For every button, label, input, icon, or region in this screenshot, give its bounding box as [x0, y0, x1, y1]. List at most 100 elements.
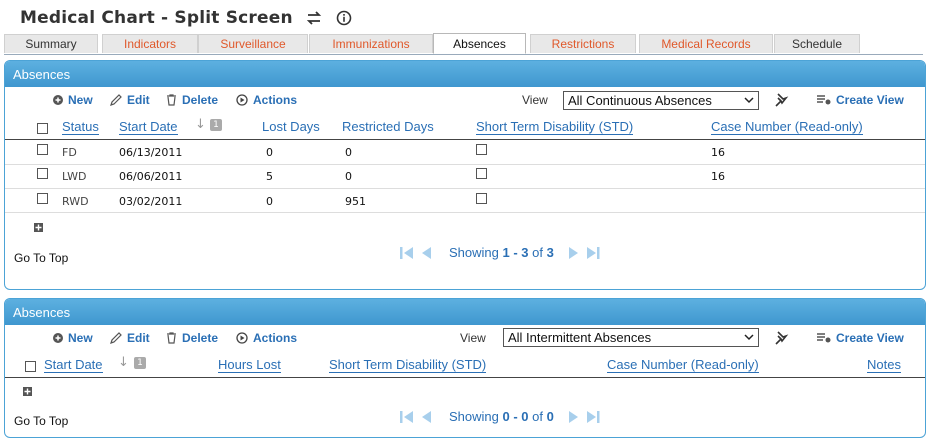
new-button[interactable]: New	[53, 93, 93, 107]
pager-prefix: Showing	[449, 245, 503, 260]
column-case-number[interactable]: Case Number (Read-only)	[711, 120, 863, 135]
chevron-down-icon	[742, 93, 756, 108]
pencil-icon	[110, 332, 122, 344]
trash-icon	[166, 332, 177, 344]
tab-surveillance[interactable]: Surveillance	[198, 34, 308, 53]
next-page-icon[interactable]	[568, 246, 580, 260]
new-button[interactable]: New	[53, 331, 93, 345]
tab-restrictions[interactable]: Restrictions	[530, 34, 636, 53]
column-restricted-days: Restricted Days	[342, 119, 434, 134]
actions-label: Actions	[253, 93, 298, 107]
pagination: Showing 1 - 3 of 3	[397, 245, 603, 260]
column-start-date[interactable]: Start Date	[44, 358, 103, 373]
header-divider	[5, 377, 925, 378]
create-view-label: Create View	[836, 331, 904, 345]
tab-bar: Summary Indicators Surveillance Immuniza…	[4, 33, 927, 54]
row-checkbox[interactable]	[37, 168, 48, 179]
view-label: View	[522, 93, 548, 107]
pagination-text: Showing 0 - 0 of 0	[449, 409, 554, 424]
chevron-down-icon	[742, 330, 756, 345]
row-checkbox[interactable]	[37, 144, 48, 155]
new-label: New	[68, 331, 93, 345]
go-to-top-link[interactable]: Go To Top	[14, 251, 68, 265]
column-status[interactable]: Status	[62, 120, 99, 135]
panel-toolbar: New Edit Delete Actions View All Continu…	[5, 89, 925, 111]
sort-down-icon: ↓	[195, 117, 206, 132]
view-label: View	[460, 331, 486, 345]
actions-button[interactable]: Actions	[236, 331, 297, 345]
std-checkbox	[476, 193, 487, 204]
sort-down-icon: ↓	[118, 355, 129, 370]
row-divider	[5, 164, 925, 165]
view-select[interactable]: All Continuous Absences	[563, 91, 759, 110]
row-divider	[5, 212, 925, 213]
last-page-icon[interactable]	[586, 410, 600, 424]
header-divider	[5, 139, 925, 140]
delete-label: Delete	[182, 93, 219, 107]
add-row-icon[interactable]	[34, 221, 43, 232]
add-row-icon[interactable]	[23, 385, 32, 396]
page-title: Medical Chart - Split Screen	[20, 8, 293, 28]
delete-button[interactable]: Delete	[166, 93, 218, 107]
go-to-top-link[interactable]: Go To Top	[14, 414, 68, 428]
start-date-cell: 06/13/2011	[119, 146, 183, 159]
next-page-icon[interactable]	[568, 410, 580, 424]
column-std[interactable]: Short Term Disability (STD)	[476, 120, 634, 135]
edit-label: Edit	[127, 331, 150, 345]
status-cell[interactable]: LWD	[62, 170, 86, 183]
first-page-icon[interactable]	[400, 410, 414, 424]
last-page-icon[interactable]	[586, 246, 600, 260]
column-case-number[interactable]: Case Number (Read-only)	[607, 358, 759, 373]
tab-summary[interactable]: Summary	[4, 34, 98, 53]
column-start-date[interactable]: Start Date	[119, 120, 178, 135]
new-label: New	[68, 93, 93, 107]
restricted-days-cell: 0	[345, 146, 352, 159]
actions-label: Actions	[253, 331, 298, 345]
tab-schedule[interactable]: Schedule	[774, 34, 860, 53]
lost-days-cell: 0	[266, 195, 273, 208]
edit-button[interactable]: Edit	[110, 331, 150, 345]
pager-total: 0	[546, 409, 554, 424]
edit-button[interactable]: Edit	[110, 93, 150, 107]
row-divider	[5, 188, 925, 189]
column-hours-lost[interactable]: Hours Lost	[218, 358, 281, 373]
column-notes[interactable]: Notes	[867, 358, 901, 373]
start-date-cell: 03/02/2011	[119, 195, 183, 208]
panel-header: Absences	[5, 299, 925, 325]
select-all-checkbox[interactable]	[25, 361, 36, 372]
row-checkbox[interactable]	[37, 193, 48, 204]
list-add-icon	[817, 333, 831, 343]
pager-total: 3	[546, 245, 554, 260]
intermittent-absences-panel: Absences New Edit Delete Actions View Al…	[4, 298, 926, 438]
edit-label: Edit	[127, 93, 150, 107]
tab-medical-records[interactable]: Medical Records	[639, 34, 773, 53]
tab-divider	[4, 54, 923, 55]
actions-button[interactable]: Actions	[236, 93, 297, 107]
status-cell[interactable]: RWD	[62, 195, 89, 208]
column-std[interactable]: Short Term Disability (STD)	[329, 358, 487, 373]
lost-days-cell: 5	[266, 170, 273, 183]
pager-range: 0 - 0	[502, 409, 529, 424]
delete-label: Delete	[182, 331, 219, 345]
prev-page-icon[interactable]	[420, 246, 432, 260]
pin-view-icon[interactable]	[773, 330, 791, 349]
prev-page-icon[interactable]	[420, 410, 432, 424]
pager-of: of	[528, 409, 547, 424]
create-view-button[interactable]: Create View	[817, 331, 904, 345]
swap-icon[interactable]	[305, 9, 323, 27]
create-view-button[interactable]: Create View	[817, 93, 904, 107]
pin-view-icon[interactable]	[773, 92, 791, 111]
first-page-icon[interactable]	[400, 246, 414, 260]
tab-absences[interactable]: Absences	[433, 33, 526, 54]
pencil-icon	[110, 94, 122, 106]
pager-range: 1 - 3	[502, 245, 529, 260]
lost-days-cell: 0	[266, 146, 273, 159]
view-select[interactable]: All Intermittent Absences	[503, 328, 759, 347]
delete-button[interactable]: Delete	[166, 331, 218, 345]
page-header: Medical Chart - Split Screen	[20, 6, 353, 30]
tab-indicators[interactable]: Indicators	[102, 34, 198, 53]
select-all-checkbox[interactable]	[37, 123, 48, 134]
tab-immunizations[interactable]: Immunizations	[309, 34, 433, 53]
info-icon[interactable]	[335, 9, 353, 27]
status-cell[interactable]: FD	[62, 146, 77, 159]
